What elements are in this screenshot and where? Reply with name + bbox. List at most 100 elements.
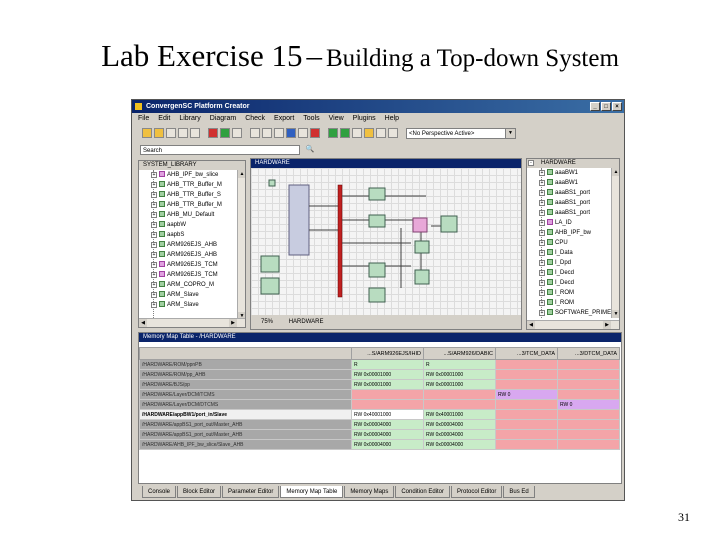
expand-toggle[interactable]: +	[151, 252, 157, 258]
library-item[interactable]: aapbS	[159, 231, 184, 240]
library-item[interactable]: ARM926EJS_TCM	[159, 271, 218, 280]
menu-edit[interactable]: Edit	[158, 113, 170, 124]
library-item[interactable]: AHB_TTR_Buffer_M	[159, 181, 222, 190]
scroll-left-icon[interactable]: ◀	[527, 321, 535, 329]
expand-toggle[interactable]: +	[151, 282, 157, 288]
map-cell[interactable]: RW 0x00001000	[351, 369, 424, 380]
hardware-item[interactable]: CPU	[547, 239, 568, 248]
map-cell[interactable]: RW 0x00004000	[351, 439, 424, 450]
map-cell[interactable]	[557, 409, 620, 420]
map-cell[interactable]	[495, 359, 558, 370]
map-cell[interactable]: RW 0	[495, 389, 558, 400]
search-icon[interactable]: 🔍	[304, 145, 316, 155]
print-icon[interactable]	[190, 128, 200, 138]
expand-toggle[interactable]: +	[151, 292, 157, 298]
map-cell[interactable]	[557, 379, 620, 390]
tab-memory-maps[interactable]: Memory Maps	[344, 486, 395, 498]
row-label[interactable]: /HARDWARE/BJS/pp	[139, 379, 352, 390]
column-header[interactable]: ...S/ARM926EJS/IHID	[351, 347, 424, 360]
map-cell[interactable]: RW 0x00001000	[423, 379, 496, 390]
map-cell[interactable]: RW 0x40001000	[351, 409, 424, 420]
map-cell[interactable]	[495, 399, 558, 410]
menu-check[interactable]: Check	[245, 113, 265, 124]
expand-toggle[interactable]: +	[539, 270, 545, 276]
map-cell[interactable]	[423, 389, 496, 400]
expand-toggle[interactable]: +	[539, 280, 545, 286]
search-input[interactable]: Search	[140, 144, 300, 155]
table-row[interactable]: /HARDWARE/Layer/DCM/TCMS RW 0	[139, 389, 620, 400]
map-cell[interactable]: RW 0x00001000	[351, 379, 424, 390]
wire-icon[interactable]	[274, 128, 284, 138]
grid-icon[interactable]	[298, 128, 308, 138]
expand-toggle[interactable]: +	[151, 232, 157, 238]
expand-toggle[interactable]: +	[539, 190, 545, 196]
menu-export[interactable]: Export	[274, 113, 294, 124]
hardware-item[interactable]: I_Dpd	[547, 259, 571, 268]
zoom-icon[interactable]	[286, 128, 296, 138]
pointer-icon[interactable]	[250, 128, 260, 138]
save-icon[interactable]	[166, 128, 176, 138]
map-cell[interactable]: RW 0x00001000	[423, 369, 496, 380]
back-arrow-icon[interactable]	[328, 128, 338, 138]
expand-toggle[interactable]: +	[539, 220, 545, 226]
window-titlebar[interactable]: ConvergenSC Platform Creator _ □ ×	[132, 100, 624, 113]
tab-protocol-editor[interactable]: Protocol Editor	[451, 486, 503, 498]
build-icon[interactable]	[364, 128, 374, 138]
map-cell[interactable]	[495, 409, 558, 420]
expand-toggle[interactable]: +	[539, 180, 545, 186]
row-label[interactable]: /HARDWARE/ROM/ppnPB	[139, 359, 352, 370]
expand-toggle[interactable]: +	[151, 262, 157, 268]
close-button[interactable]: ×	[612, 102, 622, 111]
expand-toggle[interactable]: +	[151, 222, 157, 228]
row-label[interactable]: /HARDWARE/appBW1/port_in/Slave	[139, 409, 352, 420]
map-cell[interactable]: RW 0	[557, 399, 620, 410]
check-icon[interactable]	[376, 128, 386, 138]
expand-toggle[interactable]: +	[151, 192, 157, 198]
expand-toggle[interactable]: +	[539, 230, 545, 236]
scroll-right-icon[interactable]: ▶	[229, 319, 237, 327]
expand-toggle[interactable]: +	[539, 260, 545, 266]
hardware-item[interactable]: aaaBS1_port	[547, 209, 590, 218]
menu-file[interactable]: File	[138, 113, 149, 124]
hardware-vscrollbar[interactable]: ▲ ▼	[611, 168, 619, 318]
tab-parameter-editor[interactable]: Parameter Editor	[222, 486, 280, 498]
hardware-item[interactable]: aaaBS1_port	[547, 189, 590, 198]
map-cell[interactable]	[557, 359, 620, 370]
library-item[interactable]: ARM926EJS_AHB	[159, 241, 217, 250]
scroll-left-icon[interactable]: ◀	[139, 319, 147, 327]
expand-toggle[interactable]: -	[528, 160, 534, 166]
row-label[interactable]: /HARDWARE/Layer/DCM/TCMS	[139, 389, 352, 400]
map-cell[interactable]: RW 0x00004000	[423, 439, 496, 450]
table-row[interactable]: /HARDWARE/BJS/pp RW 0x00001000 RW 0x000010…	[139, 379, 620, 390]
scroll-right-icon[interactable]: ▶	[603, 321, 611, 329]
library-item[interactable]: ARM926EJS_TCM	[159, 261, 218, 270]
library-item[interactable]: AHB_MU_Default	[159, 211, 214, 220]
column-header[interactable]: ...3/DTCM_DATA	[557, 347, 620, 360]
expand-toggle[interactable]: +	[539, 210, 545, 216]
menu-tools[interactable]: Tools	[303, 113, 319, 124]
library-item[interactable]: ARM_COPRO_M	[159, 281, 214, 290]
new-icon[interactable]	[142, 128, 152, 138]
map-cell[interactable]	[495, 439, 558, 450]
minimize-button[interactable]: _	[590, 102, 600, 111]
tab-memory-map-table[interactable]: Memory Map Table	[280, 486, 344, 498]
run-icon[interactable]	[220, 128, 230, 138]
hardware-item[interactable]: LA_ID	[547, 219, 572, 228]
row-label[interactable]: /HARDWARE/Layer/DCM/DTCMS	[139, 399, 352, 410]
table-row[interactable]: /HARDWARE/ROM/ppnPB R R	[139, 359, 620, 370]
delete-icon[interactable]	[310, 128, 320, 138]
scroll-up-icon[interactable]: ▲	[238, 170, 245, 178]
map-cell[interactable]	[495, 429, 558, 440]
hardware-item[interactable]: aaaBS1_port	[547, 199, 590, 208]
scroll-down-icon[interactable]: ▼	[612, 310, 619, 318]
tab-block-editor[interactable]: Block Editor	[177, 486, 222, 498]
library-vscrollbar[interactable]: ▲ ▼	[237, 170, 245, 320]
hardware-item[interactable]: I_ROM	[547, 289, 574, 298]
expand-toggle[interactable]: +	[539, 300, 545, 306]
library-hscrollbar[interactable]: ◀ ▶	[139, 318, 245, 327]
map-cell[interactable]	[557, 389, 620, 400]
zoom-level[interactable]: 75%	[261, 319, 273, 325]
table-row[interactable]: /HARDWARE/appBW1/port_in/Slave RW 0x40001…	[139, 409, 620, 420]
hardware-item[interactable]: aaaBW1	[547, 179, 578, 188]
hardware-item[interactable]: SOFTWARE_PRIME	[547, 309, 611, 318]
